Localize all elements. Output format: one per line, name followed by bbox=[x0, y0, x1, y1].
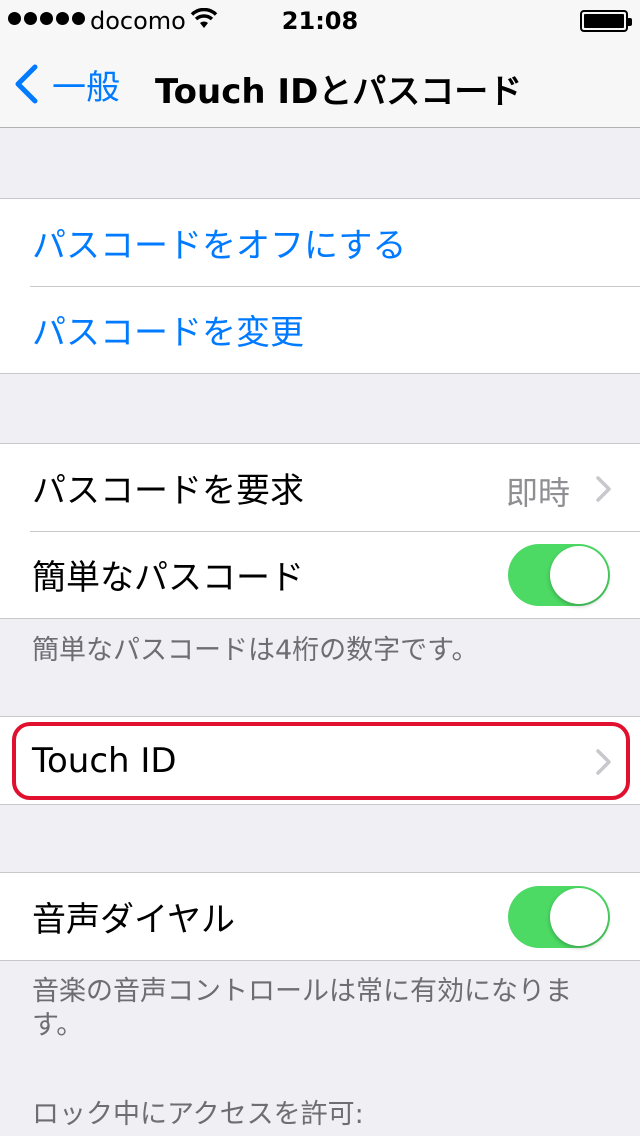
passcode-settings-group: パスコードを要求 即時 簡単なパスコード bbox=[0, 443, 640, 619]
back-button[interactable]: 一般 bbox=[14, 62, 120, 108]
chevron-right-icon bbox=[596, 476, 612, 506]
turn-off-passcode-label: パスコードをオフにする bbox=[32, 226, 407, 266]
passcode-actions-group: パスコードをオフにする パスコードを変更 bbox=[0, 198, 640, 374]
touch-id-label: Touch ID bbox=[32, 740, 177, 781]
voice-dial-group: 音声ダイヤル bbox=[0, 872, 640, 961]
touch-id-group: Touch ID bbox=[0, 716, 640, 805]
turn-off-passcode-button[interactable]: パスコードをオフにする bbox=[0, 199, 640, 286]
change-passcode-button[interactable]: パスコードを変更 bbox=[0, 286, 640, 373]
battery-icon bbox=[580, 10, 632, 32]
chevron-right-icon bbox=[596, 749, 612, 779]
simple-passcode-row: 簡単なパスコード bbox=[0, 531, 640, 618]
status-time: 21:08 bbox=[281, 7, 359, 35]
voice-dial-toggle[interactable] bbox=[508, 886, 610, 948]
voice-dial-row: 音声ダイヤル bbox=[0, 873, 640, 960]
simple-passcode-label: 簡単なパスコード bbox=[32, 558, 304, 598]
lock-access-header: ロック中にアクセスを許可: bbox=[32, 1099, 364, 1130]
voice-dial-label: 音声ダイヤル bbox=[32, 900, 235, 940]
navigation-bar: 一般 Touch IDとパスコード bbox=[0, 40, 640, 128]
simple-passcode-footer: 簡単なパスコードは4桁の数字です。 bbox=[32, 635, 479, 666]
change-passcode-label: パスコードを変更 bbox=[32, 313, 304, 353]
require-passcode-label: パスコードを要求 bbox=[32, 471, 304, 511]
back-label: 一般 bbox=[52, 67, 120, 108]
simple-passcode-toggle[interactable] bbox=[508, 544, 610, 606]
require-passcode-row[interactable]: パスコードを要求 即時 bbox=[0, 444, 640, 531]
chevron-left-icon bbox=[14, 64, 38, 104]
status-bar: docomo 21:08 bbox=[0, 0, 640, 40]
page-title: Touch IDとパスコード bbox=[155, 72, 523, 112]
require-passcode-value: 即時 bbox=[505, 474, 570, 512]
voice-dial-footer: 音楽の音声コントロールは常に有効になります。 bbox=[32, 976, 572, 1041]
touch-id-row[interactable]: Touch ID bbox=[0, 717, 640, 804]
